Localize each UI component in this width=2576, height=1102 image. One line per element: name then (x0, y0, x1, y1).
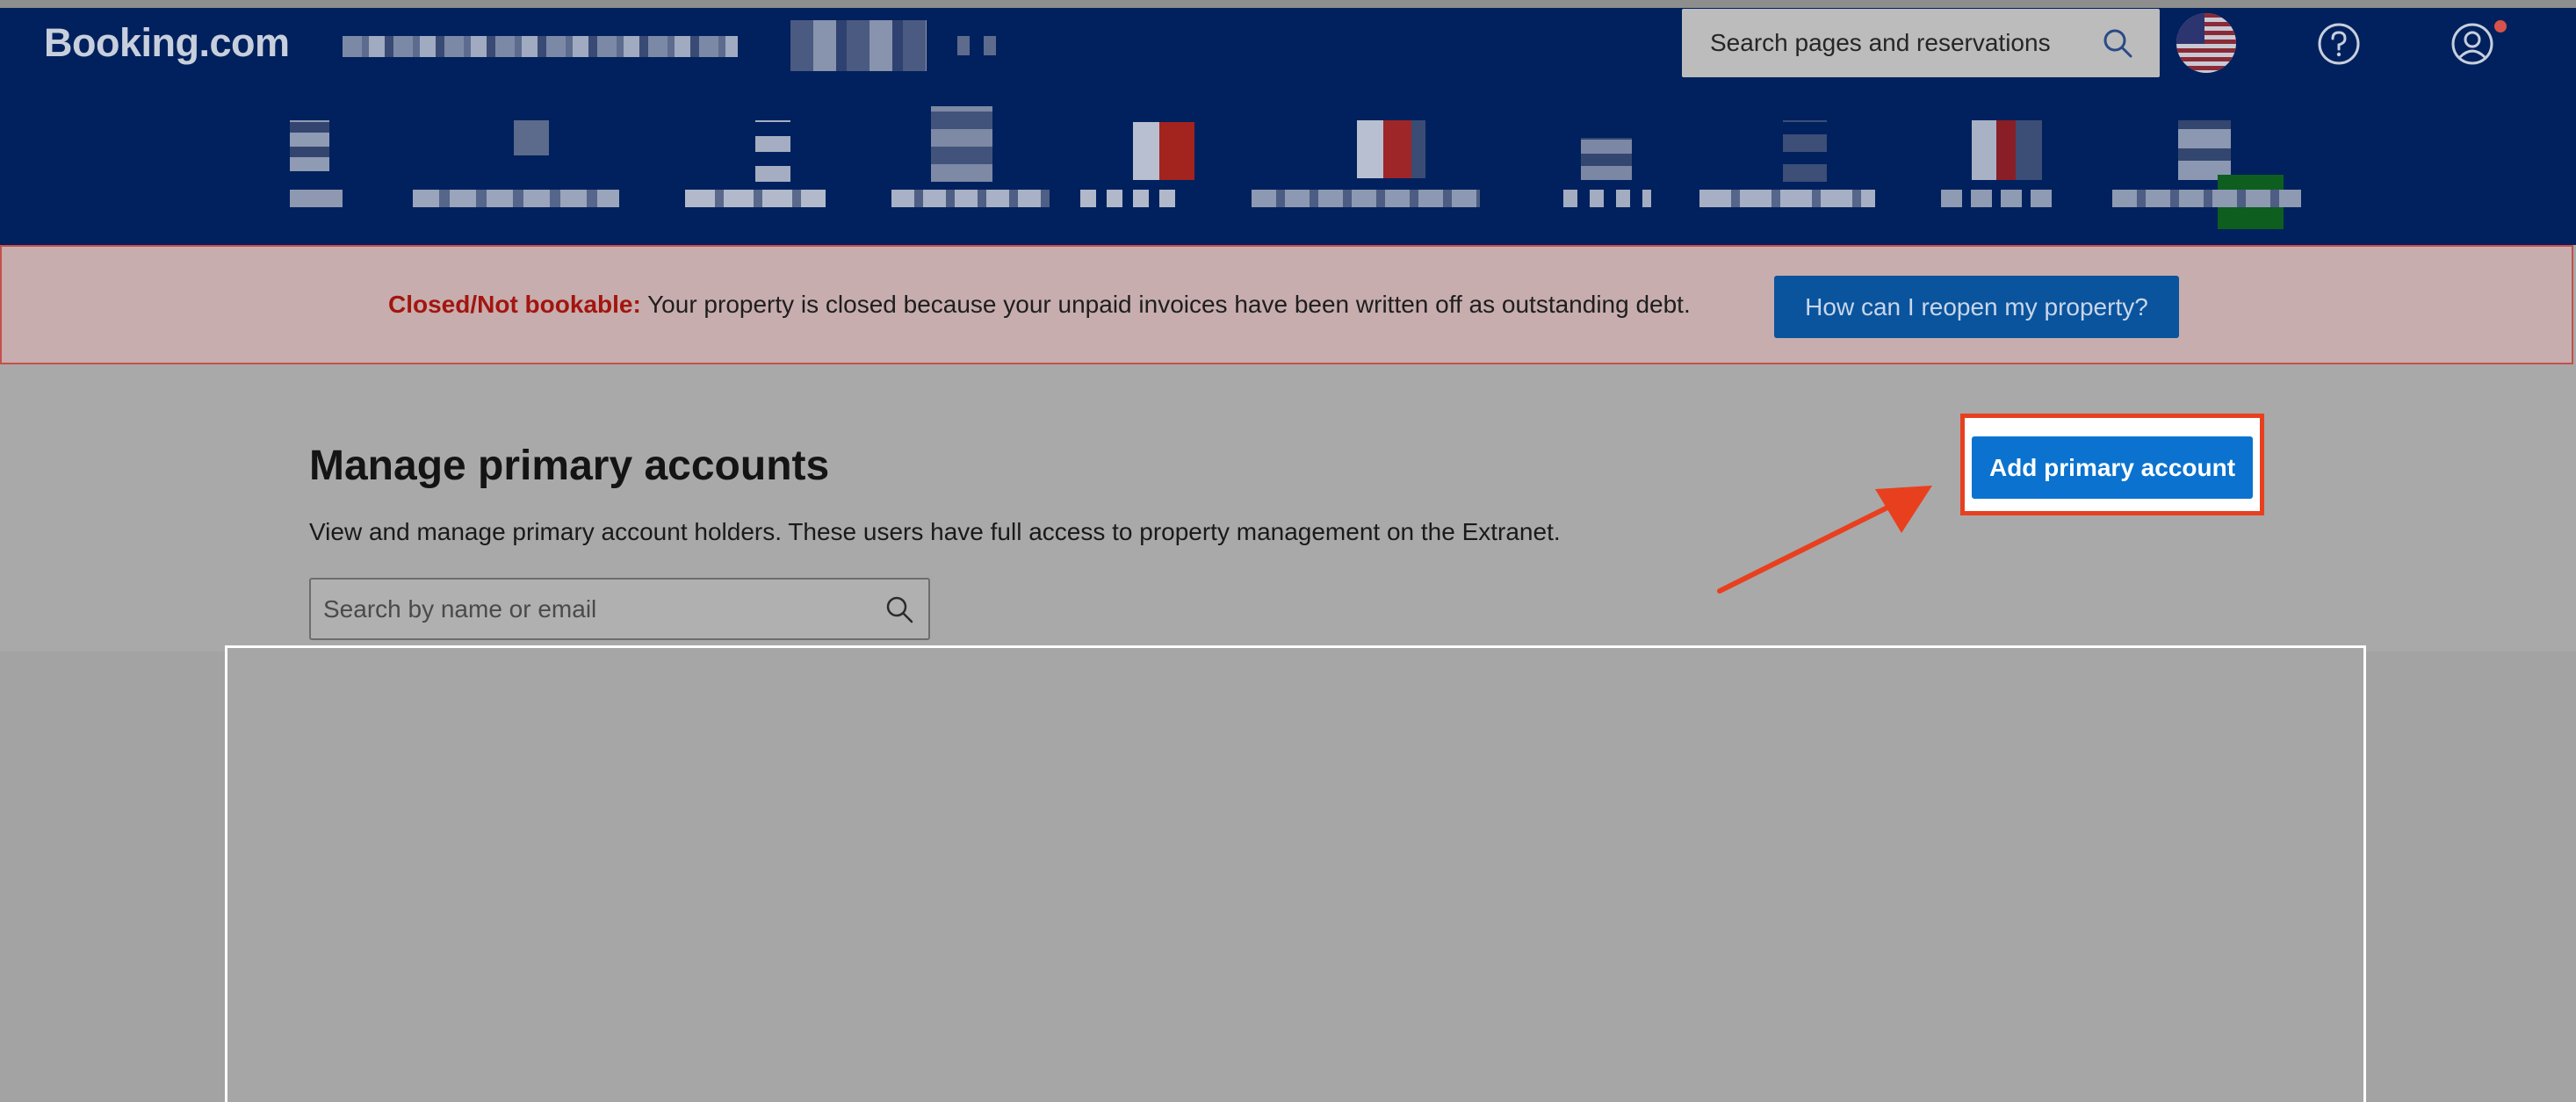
reopen-property-button[interactable]: How can I reopen my property? (1774, 276, 2179, 338)
notification-dot (2494, 20, 2507, 32)
global-search-box[interactable]: Search pages and reservations (1682, 9, 2160, 77)
alert-label: Closed/Not bookable: (388, 291, 641, 318)
us-flag-language-icon[interactable] (2176, 13, 2236, 73)
brand-logo[interactable]: Booking.com (44, 20, 290, 66)
page-description: View and manage primary account holders.… (309, 518, 1561, 545)
annotation-arrow (1717, 486, 1932, 594)
help-icon[interactable] (2317, 22, 2361, 66)
search-icon[interactable] (2100, 25, 2135, 61)
closed-property-alert: Closed/Not bookable: Your property is cl… (0, 245, 2573, 364)
alert-message: Your property is closed because your unp… (647, 291, 1691, 318)
account-search-input[interactable]: Search by name or email (309, 578, 930, 640)
add-primary-account-button[interactable]: Add primary account (1972, 436, 2253, 499)
search-icon[interactable] (883, 593, 916, 626)
page-title: Manage primary accounts (309, 443, 830, 489)
global-search-placeholder: Search pages and reservations (1710, 29, 2051, 56)
account-icon[interactable] (2450, 22, 2494, 66)
top-header: Booking.com Search pages and reservation… (0, 8, 2576, 245)
alert-text: Closed/Not bookable: Your property is cl… (388, 291, 1691, 319)
browser-top-strip (0, 0, 2576, 8)
account-search-placeholder: Search by name or email (323, 594, 597, 623)
page: Booking.com Search pages and reservation… (0, 0, 2576, 1102)
accounts-list-panel (225, 645, 2366, 1102)
